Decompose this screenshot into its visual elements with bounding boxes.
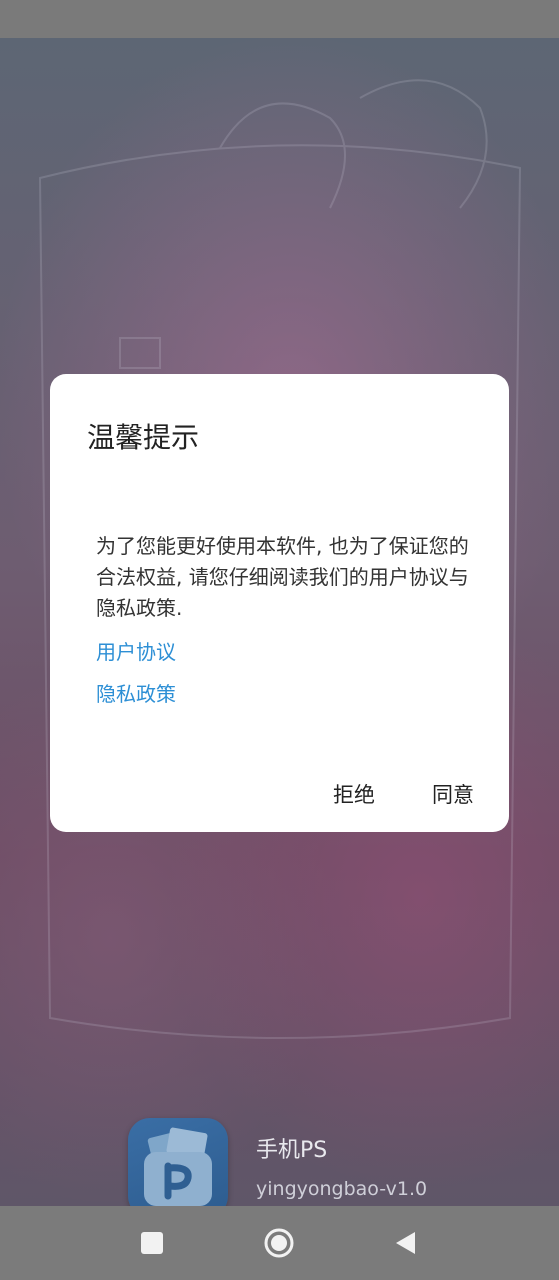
back-triangle-icon[interactable] bbox=[390, 1228, 420, 1258]
user-agreement-link[interactable]: 用户协议 bbox=[96, 636, 176, 665]
privacy-policy-link[interactable]: 隐私政策 bbox=[96, 678, 176, 707]
reject-button[interactable]: 拒绝 bbox=[333, 779, 375, 809]
dialog-title: 温馨提示 bbox=[87, 421, 200, 454]
app-version: yingyongbao-v1.0 bbox=[256, 1178, 428, 1200]
home-circle-icon[interactable] bbox=[264, 1228, 294, 1258]
brand-block: 手机PS yingyongbao-v1.0 bbox=[128, 1118, 448, 1206]
navigation-bar bbox=[0, 1206, 559, 1280]
privacy-dialog: 温馨提示 为了您能更好使用本软件, 也为了保证您的合法权益, 请您仔细阅读我们的… bbox=[50, 374, 509, 832]
status-bar bbox=[0, 0, 559, 38]
app-name: 手机PS bbox=[256, 1138, 328, 1163]
camera-photo-icon bbox=[128, 1118, 228, 1206]
recents-square-icon[interactable] bbox=[137, 1228, 167, 1258]
dialog-message: 为了您能更好使用本软件, 也为了保证您的合法权益, 请您仔细阅读我们的用户协议与… bbox=[96, 534, 469, 620]
agree-button[interactable]: 同意 bbox=[432, 779, 474, 809]
